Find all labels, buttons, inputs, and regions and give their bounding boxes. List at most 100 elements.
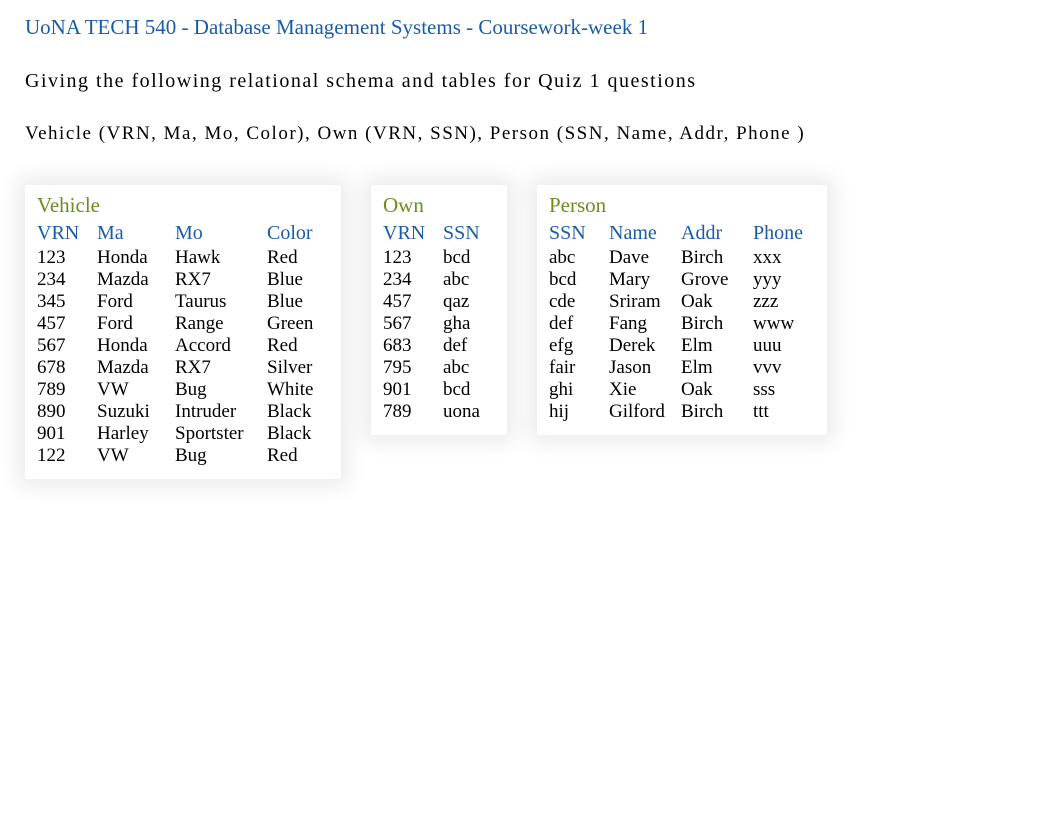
table-cell: abc xyxy=(443,357,495,379)
table-cell: Black xyxy=(267,423,329,445)
table-cell: 234 xyxy=(383,269,443,291)
table-cell: vvv xyxy=(753,357,815,379)
table-cell: Grove xyxy=(681,269,753,291)
table-cell: uona xyxy=(443,401,495,423)
schema-definition: Vehicle (VRN, Ma, Mo, Color), Own (VRN, … xyxy=(25,123,1037,145)
table-cell: 901 xyxy=(37,423,97,445)
own-table: VRN SSN 123bcd234abc457qaz567gha683def79… xyxy=(383,220,495,423)
table-row: 901HarleySportsterBlack xyxy=(37,423,329,445)
col-vrn: VRN xyxy=(37,220,97,247)
page-title: UoNA TECH 540 - Database Management Syst… xyxy=(25,15,1037,40)
table-header-row: VRN Ma Mo Color xyxy=(37,220,329,247)
table-cell: hij xyxy=(549,401,609,423)
table-cell: RX7 xyxy=(175,357,267,379)
table-cell: 567 xyxy=(37,335,97,357)
table-cell: bcd xyxy=(443,379,495,401)
table-cell: Ford xyxy=(97,291,175,313)
table-cell: Mazda xyxy=(97,357,175,379)
table-cell: Oak xyxy=(681,379,753,401)
table-cell: Bug xyxy=(175,445,267,467)
col-color: Color xyxy=(267,220,329,247)
table-cell: Range xyxy=(175,313,267,335)
table-cell: qaz xyxy=(443,291,495,313)
table-cell: Black xyxy=(267,401,329,423)
vehicle-table: VRN Ma Mo Color 123HondaHawkRed234MazdaR… xyxy=(37,220,329,467)
own-table-block: Own VRN SSN 123bcd234abc457qaz567gha683d… xyxy=(371,185,507,435)
col-addr: Addr xyxy=(681,220,753,247)
col-ssn: SSN xyxy=(549,220,609,247)
table-row: cdeSriramOakzzz xyxy=(549,291,815,313)
own-tbody: 123bcd234abc457qaz567gha683def795abc901b… xyxy=(383,247,495,423)
table-cell: abc xyxy=(443,269,495,291)
table-row: 683def xyxy=(383,335,495,357)
table-cell: 683 xyxy=(383,335,443,357)
table-cell: def xyxy=(443,335,495,357)
table-cell: Gilford xyxy=(609,401,681,423)
table-cell: 678 xyxy=(37,357,97,379)
table-row: efgDerekElmuuu xyxy=(549,335,815,357)
table-cell: Harley xyxy=(97,423,175,445)
table-cell: 567 xyxy=(383,313,443,335)
table-cell: Elm xyxy=(681,335,753,357)
table-row: 234MazdaRX7Blue xyxy=(37,269,329,291)
table-cell: bcd xyxy=(443,247,495,269)
table-cell: Red xyxy=(267,247,329,269)
table-cell: sss xyxy=(753,379,815,401)
table-row: fairJasonElmvvv xyxy=(549,357,815,379)
person-table-block: Person SSN Name Addr Phone abcDaveBirchx… xyxy=(537,185,827,435)
table-cell: 901 xyxy=(383,379,443,401)
vehicle-table-name: Vehicle xyxy=(37,193,329,218)
col-name: Name xyxy=(609,220,681,247)
table-row: defFangBirchwww xyxy=(549,313,815,335)
table-cell: 123 xyxy=(37,247,97,269)
col-ssn: SSN xyxy=(443,220,495,247)
table-cell: 789 xyxy=(37,379,97,401)
table-row: 678MazdaRX7Silver xyxy=(37,357,329,379)
table-cell: Honda xyxy=(97,335,175,357)
table-cell: Sportster xyxy=(175,423,267,445)
table-cell: Ford xyxy=(97,313,175,335)
table-cell: Birch xyxy=(681,313,753,335)
table-cell: fair xyxy=(549,357,609,379)
table-row: 123HondaHawkRed xyxy=(37,247,329,269)
table-header-row: VRN SSN xyxy=(383,220,495,247)
table-cell: ttt xyxy=(753,401,815,423)
table-cell: Xie xyxy=(609,379,681,401)
table-cell: Red xyxy=(267,335,329,357)
table-cell: uuu xyxy=(753,335,815,357)
table-cell: Suzuki xyxy=(97,401,175,423)
table-cell: zzz xyxy=(753,291,815,313)
table-cell: gha xyxy=(443,313,495,335)
table-row: 457FordRangeGreen xyxy=(37,313,329,335)
person-tbody: abcDaveBirchxxxbcdMaryGroveyyycdeSriramO… xyxy=(549,247,815,423)
table-cell: Jason xyxy=(609,357,681,379)
table-cell: Sriram xyxy=(609,291,681,313)
col-phone: Phone xyxy=(753,220,815,247)
table-row: 901bcd xyxy=(383,379,495,401)
table-cell: bcd xyxy=(549,269,609,291)
table-cell: 122 xyxy=(37,445,97,467)
own-table-name: Own xyxy=(383,193,495,218)
table-cell: Hawk xyxy=(175,247,267,269)
table-row: 122VWBugRed xyxy=(37,445,329,467)
table-cell: www xyxy=(753,313,815,335)
vehicle-table-block: Vehicle VRN Ma Mo Color 123HondaHawkRed2… xyxy=(25,185,341,479)
table-cell: Red xyxy=(267,445,329,467)
table-cell: RX7 xyxy=(175,269,267,291)
table-cell: 457 xyxy=(37,313,97,335)
table-cell: White xyxy=(267,379,329,401)
table-cell: Mazda xyxy=(97,269,175,291)
table-cell: 123 xyxy=(383,247,443,269)
tables-container: Vehicle VRN Ma Mo Color 123HondaHawkRed2… xyxy=(25,185,1037,479)
table-cell: 795 xyxy=(383,357,443,379)
table-cell: def xyxy=(549,313,609,335)
table-cell: 345 xyxy=(37,291,97,313)
table-header-row: SSN Name Addr Phone xyxy=(549,220,815,247)
table-cell: xxx xyxy=(753,247,815,269)
table-row: 789uona xyxy=(383,401,495,423)
table-cell: Oak xyxy=(681,291,753,313)
table-cell: Mary xyxy=(609,269,681,291)
person-table-name: Person xyxy=(549,193,815,218)
table-row: ghiXieOaksss xyxy=(549,379,815,401)
table-cell: 789 xyxy=(383,401,443,423)
